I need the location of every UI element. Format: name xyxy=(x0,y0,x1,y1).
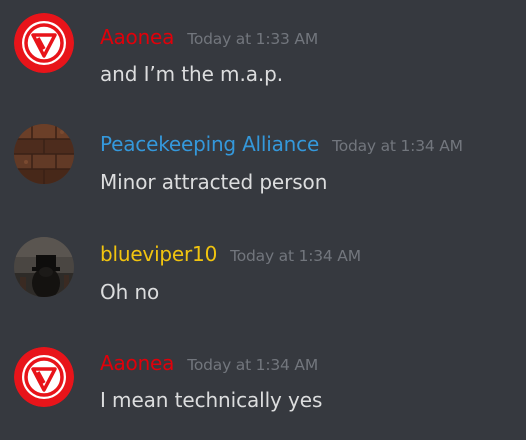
message-header: Aaonea Today at 1:33 AM xyxy=(100,25,318,51)
username[interactable]: Aaonea xyxy=(100,25,174,49)
message-item: Peacekeeping Alliance Today at 1:34 AM M… xyxy=(0,110,526,220)
message-header: Peacekeeping Alliance Today at 1:34 AM xyxy=(100,132,463,158)
message-header: Aaonea Today at 1:34 AM xyxy=(100,351,318,377)
username[interactable]: Aaonea xyxy=(100,351,174,375)
username[interactable]: Peacekeeping Alliance xyxy=(100,132,319,156)
timestamp: Today at 1:34 AM xyxy=(332,137,463,155)
avatar[interactable] xyxy=(14,347,74,407)
red-v-logo-icon xyxy=(14,347,74,407)
message-text: Minor attracted person xyxy=(100,170,328,194)
message-text: Oh no xyxy=(100,280,160,304)
brick-avatar-icon xyxy=(14,124,74,184)
timestamp: Today at 1:34 AM xyxy=(230,247,361,265)
timestamp: Today at 1:34 AM xyxy=(187,356,318,374)
message-item: blueviper10 Today at 1:34 AM Oh no xyxy=(0,220,526,330)
username[interactable]: blueviper10 xyxy=(100,242,217,266)
message-item: Aaonea Today at 1:33 AM and I’m the m.a.… xyxy=(0,0,526,110)
avatar[interactable] xyxy=(14,124,74,184)
red-v-logo-icon xyxy=(14,13,74,73)
timestamp: Today at 1:33 AM xyxy=(187,30,318,48)
message-header: blueviper10 Today at 1:34 AM xyxy=(100,242,361,268)
avatar[interactable] xyxy=(14,237,74,297)
dark-photo-avatar-icon xyxy=(14,237,74,297)
message-item: Aaonea Today at 1:34 AM I mean technical… xyxy=(0,330,526,440)
message-text: and I’m the m.a.p. xyxy=(100,62,283,86)
message-text: I mean technically yes xyxy=(100,388,323,412)
avatar[interactable] xyxy=(14,13,74,73)
